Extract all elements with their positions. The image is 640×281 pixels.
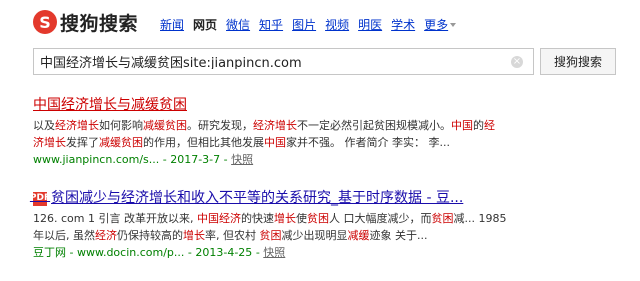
result-date: 2013-4-25 (195, 246, 253, 259)
search-result: 中国经济增长与减缓贫困 以及经济增长如何影响减缓贫困。研究发现，经济增长不一定必… (33, 97, 608, 168)
highlight-text: 济增长 (33, 136, 66, 149)
nav-images[interactable]: 图片 (292, 16, 316, 33)
vertical-nav: 新闻 网页 微信 知乎 图片 视频 明医 学术 更多 (160, 16, 465, 33)
highlight-text: 增长 (183, 229, 205, 242)
highlight-text: 减缓 (347, 229, 370, 242)
nav-news[interactable]: 新闻 (160, 16, 184, 33)
snippet-text: 使 (295, 212, 307, 225)
nav-scholar[interactable]: 学术 (391, 16, 415, 33)
highlight-text: 中国 (264, 136, 286, 149)
highlight-text: 经济增长 (55, 119, 99, 132)
sogou-logo[interactable]: S 搜狗搜索 (33, 9, 138, 35)
result-url: 豆丁网 - www.docin.com/p... (33, 246, 185, 259)
highlight-text: 贫困 (431, 212, 454, 225)
snippet-line: 126. com 1 引言 改革开放以来, 中国经济的快速增长使贫困人 口大幅度… (33, 210, 608, 227)
nav-zhihu[interactable]: 知乎 (259, 16, 283, 33)
search-button[interactable]: 搜狗搜索 (540, 48, 616, 75)
result-snippet: 126. com 1 引言 改革开放以来, 中国经济的快速增长使贫困人 口大幅度… (33, 210, 608, 244)
snippet-line: 年以后, 虽然经济仍保持较高的增长率, 但农村 贫困减少出现明显减缓迹象 关于.… (33, 227, 608, 244)
snippet-text: 减... 1985 (453, 212, 507, 225)
snippet-text: 的作用，但相比其他发展 (143, 136, 264, 149)
highlight-text: 贫困 (306, 212, 329, 225)
result-cite: 豆丁网 - www.docin.com/p... - 2013-4-25 - 快… (33, 246, 286, 259)
nav-medical[interactable]: 明医 (358, 16, 382, 33)
nav-weixin[interactable]: 微信 (226, 16, 250, 33)
highlight-text: 经 (484, 119, 495, 132)
snippet-text: 发挥了 (66, 136, 99, 149)
snippet-line: 以及经济增长如何影响减缓贫困。研究发现，经济增长不一定必然引起贫困规模减小。中国… (33, 117, 608, 134)
result-title-link[interactable]: 中国经济增长与减缓贫困 (33, 97, 608, 114)
result-cite: www.jianpincn.com/s... - 2017-3-7 - 快照 (33, 153, 254, 166)
sogou-logo-icon: S (33, 10, 57, 34)
nav-video[interactable]: 视频 (325, 16, 349, 33)
search-box (33, 48, 534, 75)
snippet-text: 的快速 (240, 212, 274, 225)
snippet-text: 126. com 1 引言 改革开放以来, (33, 212, 197, 225)
highlight-text: 贫困 (259, 229, 282, 242)
snippet-text: 以及 (33, 119, 55, 132)
highlight-text: 减缓贫困 (99, 136, 143, 149)
nav-more[interactable]: 更多 (424, 16, 457, 33)
nav-more-label: 更多 (424, 18, 449, 32)
snippet-text: 减少出现明显 (281, 229, 348, 242)
result-url: www.jianpincn.com/s... (33, 153, 160, 166)
result-title-text: 贫困减少与经济增长和收入不平等的关系研究_基于时序数据 - 豆... (51, 190, 464, 206)
nav-web[interactable]: 网页 (193, 16, 217, 33)
snippet-text: 仍保持较高的 (117, 229, 183, 242)
result-date: 2017-3-7 (170, 153, 221, 166)
snippet-text: 家并不强。 作者简介 李实： 李... (286, 136, 450, 149)
snippet-text: 迹象 关于... (369, 229, 428, 242)
result-snippet: 以及经济增长如何影响减缓贫困。研究发现，经济增长不一定必然引起贫困规模减小。中国… (33, 117, 608, 151)
snapshot-link[interactable]: 快照 (263, 246, 285, 259)
snippet-text: 率, 但农村 (205, 229, 260, 242)
snippet-text: 。研究发现， (187, 119, 253, 132)
snapshot-link[interactable]: 快照 (231, 153, 253, 166)
snippet-text: 年以后, 虽然 (33, 229, 95, 242)
clear-icon[interactable]: × (511, 56, 523, 68)
snippet-line: 济增长发挥了减缓贫困的作用，但相比其他发展中国家并不强。 作者简介 李实： 李.… (33, 134, 608, 151)
snippet-text: 不一定必然引起贫困规模减小。 (297, 119, 451, 132)
highlight-text: 中国经济 (196, 212, 241, 225)
pdf-icon: PDF (30, 191, 50, 206)
highlight-text: 经济增长 (253, 119, 297, 132)
chevron-down-icon (450, 22, 457, 27)
highlight-text: 增长 (273, 212, 296, 225)
highlight-text: 经济 (95, 229, 117, 242)
highlight-text: 减缓贫困 (143, 119, 187, 132)
sogou-logo-text: 搜狗搜索 (60, 12, 139, 35)
snippet-text: 如何影响 (99, 119, 143, 132)
snippet-text: 的 (473, 119, 484, 132)
search-result: PDF 贫困减少与经济增长和收入不平等的关系研究_基于时序数据 - 豆... 1… (30, 190, 608, 261)
highlight-text: 中国 (451, 119, 473, 132)
snippet-text: 人 口大幅度减少，而 (328, 212, 432, 225)
result-title-link[interactable]: PDF 贫困减少与经济增长和收入不平等的关系研究_基于时序数据 - 豆... (30, 190, 608, 207)
search-input[interactable] (40, 54, 510, 69)
